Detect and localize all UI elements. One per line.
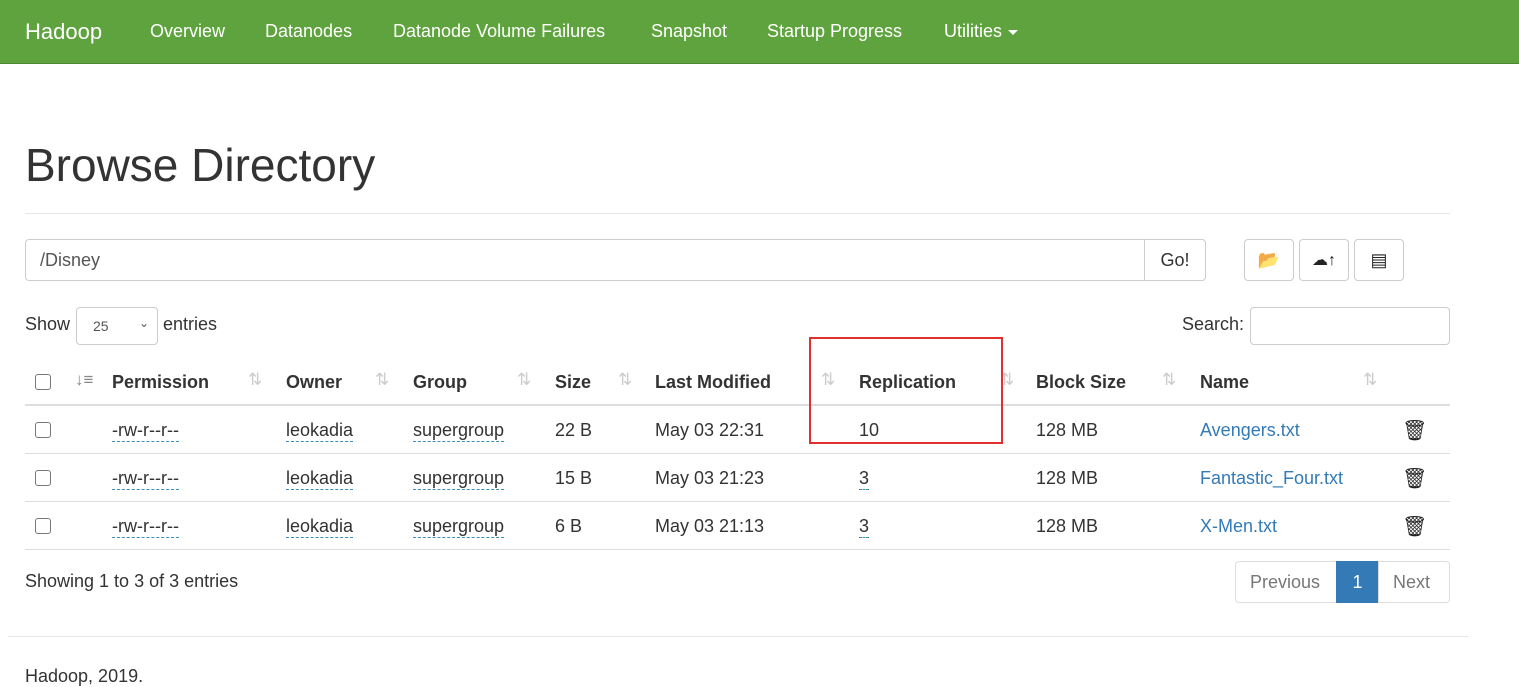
table-row: -rw-r--r-- leokadia supergroup 15 B May … bbox=[25, 454, 1450, 502]
owner-cell[interactable]: leokadia bbox=[286, 468, 354, 490]
file-name-link[interactable]: Avengers.txt bbox=[1200, 420, 1300, 441]
show-label: Show bbox=[25, 314, 71, 334]
nav-snapshot[interactable]: Snapshot bbox=[651, 21, 727, 42]
list-icon: ▤ bbox=[1370, 249, 1388, 270]
sort-icon[interactable]: ↓≡ bbox=[75, 370, 93, 390]
page-1-button[interactable]: 1 bbox=[1336, 561, 1379, 603]
col-group[interactable]: Group bbox=[413, 372, 467, 393]
cloud-upload-icon: ☁↑ bbox=[1312, 252, 1336, 269]
sort-icon[interactable]: ⇅ bbox=[517, 370, 531, 390]
sort-icon[interactable]: ⇅ bbox=[1363, 370, 1377, 390]
nav-datanodes[interactable]: Datanodes bbox=[265, 21, 352, 42]
row-checkbox[interactable] bbox=[35, 470, 51, 486]
nav-utilities-label: Utilities bbox=[944, 21, 1003, 41]
create-directory-button[interactable]: 📂 bbox=[1244, 239, 1294, 281]
trash-icon[interactable]: 🗑 bbox=[1402, 418, 1427, 443]
file-name-link[interactable]: X-Men.txt bbox=[1200, 516, 1277, 537]
brand-link[interactable]: Hadoop bbox=[25, 19, 102, 45]
trash-icon[interactable]: 🗑 bbox=[1402, 466, 1427, 491]
chevron-down-icon: ⌄ bbox=[138, 316, 149, 330]
footer-divider bbox=[8, 636, 1468, 637]
col-size[interactable]: Size bbox=[555, 372, 591, 393]
col-name[interactable]: Name bbox=[1200, 372, 1249, 393]
col-owner[interactable]: Owner bbox=[286, 372, 342, 393]
page-title: Browse Directory bbox=[25, 139, 376, 191]
permission-cell[interactable]: -rw-r--r-- bbox=[112, 420, 179, 442]
owner-cell[interactable]: leokadia bbox=[286, 420, 354, 442]
navbar: Hadoop Overview Datanodes Datanode Volum… bbox=[0, 0, 1519, 64]
path-input[interactable]: /Disney bbox=[25, 239, 1145, 281]
block-size-cell: 128 MB bbox=[1036, 516, 1099, 536]
nav-volume-failures[interactable]: Datanode Volume Failures bbox=[393, 21, 605, 42]
table-row: -rw-r--r-- leokadia supergroup 22 B May … bbox=[25, 406, 1450, 454]
block-size-cell: 128 MB bbox=[1036, 420, 1099, 440]
select-all-checkbox[interactable] bbox=[35, 374, 51, 390]
folder-open-icon: 📂 bbox=[1257, 249, 1281, 270]
table-info: Showing 1 to 3 of 3 entries bbox=[25, 571, 239, 591]
col-permission[interactable]: Permission bbox=[112, 372, 209, 393]
entries-label: entries bbox=[163, 314, 218, 334]
go-button[interactable]: Go! bbox=[1144, 239, 1206, 281]
trash-icon[interactable]: 🗑 bbox=[1402, 514, 1427, 539]
highlight-box bbox=[809, 337, 1003, 444]
sort-icon[interactable]: ⇅ bbox=[618, 370, 632, 390]
nav-overview[interactable]: Overview bbox=[150, 21, 225, 42]
entries-select[interactable]: 25 ⌄ bbox=[76, 307, 158, 345]
block-size-cell: 128 MB bbox=[1036, 468, 1099, 488]
group-cell[interactable]: supergroup bbox=[413, 468, 505, 490]
upload-button[interactable]: ☁↑ bbox=[1299, 239, 1349, 281]
sort-icon[interactable]: ⇅ bbox=[248, 370, 262, 390]
file-name-link[interactable]: Fantastic_Four.txt bbox=[1200, 468, 1343, 489]
replication-cell[interactable]: 3 bbox=[859, 468, 870, 490]
modified-cell: May 03 21:23 bbox=[655, 468, 765, 488]
nav-utilities[interactable]: Utilities bbox=[944, 21, 1019, 42]
col-last-modified[interactable]: Last Modified bbox=[655, 372, 771, 393]
divider bbox=[25, 213, 1450, 214]
col-block-size[interactable]: Block Size bbox=[1036, 372, 1126, 393]
search-label: Search: bbox=[1182, 314, 1245, 334]
modified-cell: May 03 21:13 bbox=[655, 516, 765, 536]
next-button[interactable]: Next bbox=[1378, 561, 1450, 603]
group-cell[interactable]: supergroup bbox=[413, 420, 505, 442]
table-header: ↓≡ Permission ⇅ Owner ⇅ Group ⇅ Size ⇅ Last … bbox=[25, 358, 1450, 406]
owner-cell[interactable]: leokadia bbox=[286, 516, 354, 538]
previous-button[interactable]: Previous bbox=[1235, 561, 1337, 603]
permission-cell[interactable]: -rw-r--r-- bbox=[112, 468, 179, 490]
table-row: -rw-r--r-- leokadia supergroup 6 B May 0… bbox=[25, 502, 1450, 550]
sort-icon[interactable]: ⇅ bbox=[375, 370, 389, 390]
size-cell: 6 B bbox=[555, 516, 583, 536]
row-checkbox[interactable] bbox=[35, 518, 51, 534]
permission-cell[interactable]: -rw-r--r-- bbox=[112, 516, 179, 538]
size-cell: 15 B bbox=[555, 468, 593, 488]
entries-value: 25 bbox=[93, 318, 109, 334]
nav-startup-progress[interactable]: Startup Progress bbox=[767, 21, 902, 42]
search-input[interactable] bbox=[1250, 307, 1450, 345]
sort-icon[interactable]: ⇅ bbox=[1162, 370, 1176, 390]
modified-cell: May 03 22:31 bbox=[655, 420, 765, 440]
group-cell[interactable]: supergroup bbox=[413, 516, 505, 538]
replication-cell[interactable]: 3 bbox=[859, 516, 870, 538]
cut-paste-button[interactable]: ▤ bbox=[1354, 239, 1404, 281]
footer-text: Hadoop, 2019. bbox=[25, 666, 144, 686]
caret-down-icon bbox=[1008, 29, 1019, 35]
size-cell: 22 B bbox=[555, 420, 593, 440]
row-checkbox[interactable] bbox=[35, 422, 51, 438]
